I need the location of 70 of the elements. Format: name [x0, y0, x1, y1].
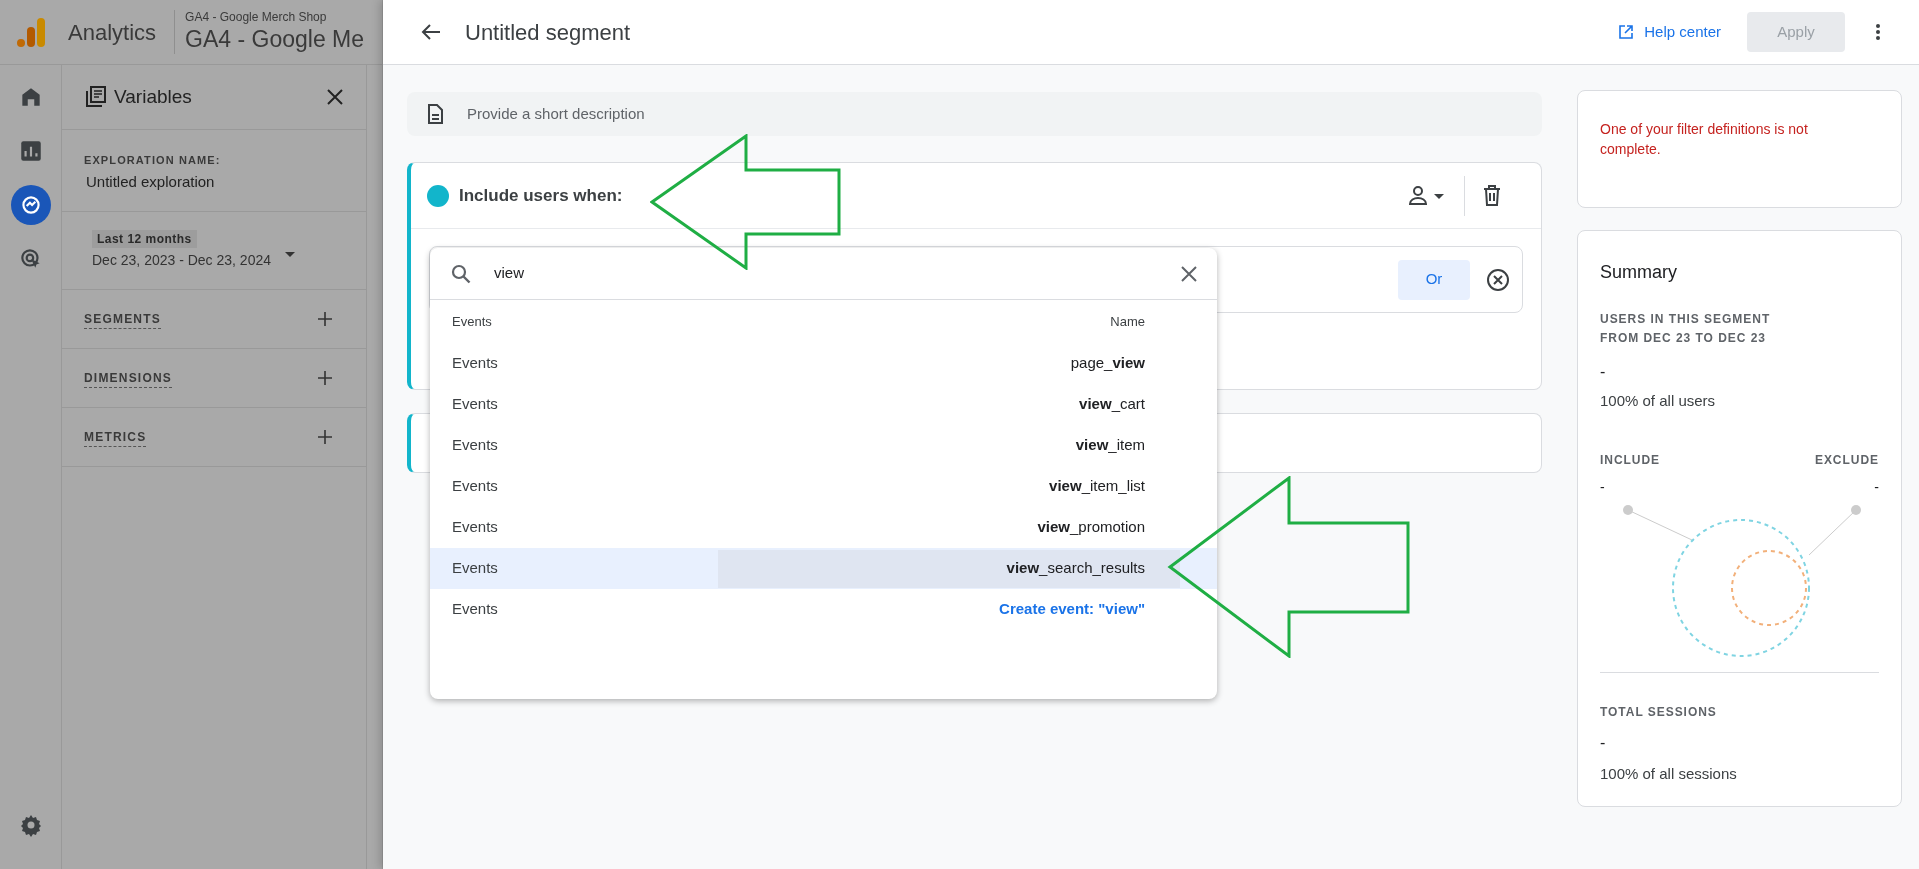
event-option[interactable]: Events Create event: "view" — [430, 589, 1217, 630]
event-name: view_promotion — [1037, 517, 1145, 538]
or-button[interactable]: Or — [1398, 259, 1470, 300]
account-name[interactable]: GA4 - Google Merch Shop — [185, 10, 364, 26]
search-field[interactable]: view — [494, 262, 1181, 285]
column-header: Events — [452, 312, 492, 331]
add-icon[interactable] — [316, 310, 334, 328]
event-category: Events — [451, 558, 499, 579]
document-icon — [427, 104, 443, 124]
exclude-value: - — [1874, 477, 1879, 497]
event-option[interactable]: Events view_cart — [430, 384, 1217, 425]
event-category: Events — [451, 353, 499, 374]
section-heading: SEGMENTS — [84, 309, 161, 329]
metric-label: FROM DEC 23 TO DEC 23 — [1600, 330, 1767, 347]
event-option[interactable]: Events view_search_results — [430, 548, 1217, 589]
close-icon[interactable] — [1181, 265, 1197, 282]
include-label: INCLUDE — [1600, 451, 1661, 469]
event-name: view_item_list — [1049, 476, 1145, 497]
create-event-option: Create event: "view" — [999, 598, 1145, 621]
remove-circle-icon[interactable] — [1486, 267, 1510, 292]
segment-title: Untitled segment — [465, 18, 631, 47]
section-heading: DIMENSIONS — [84, 368, 172, 388]
date-range[interactable]: Dec 23, 2023 - Dec 23, 2024 — [92, 250, 271, 271]
dropdown-caret-icon[interactable] — [285, 252, 295, 257]
event-option[interactable]: Events view_item — [430, 425, 1217, 466]
event-name: view_cart — [1079, 394, 1145, 415]
event-option[interactable]: Events page_view — [430, 343, 1217, 384]
section-heading: METRICS — [84, 427, 147, 447]
users-value: - — [1600, 362, 1607, 382]
event-name: view_search_results — [1006, 558, 1145, 579]
delete-icon[interactable] — [1483, 185, 1501, 206]
column-header: Name — [1110, 312, 1145, 331]
search-icon — [450, 262, 472, 285]
close-icon[interactable] — [326, 88, 344, 106]
event-category: Events — [451, 517, 499, 538]
product-name: Analytics — [68, 18, 157, 47]
metric-label: USERS IN THIS SEGMENT — [1600, 311, 1772, 328]
event-category: Events — [451, 394, 499, 415]
explore-icon[interactable] — [10, 185, 51, 225]
exclude-label: EXCLUDE — [1814, 451, 1879, 469]
summary-title: Summary — [1600, 261, 1678, 284]
help-center-link[interactable]: Help center — [1618, 20, 1721, 44]
description-field[interactable]: Provide a short description — [407, 92, 1542, 136]
group-label: Include users when: — [459, 184, 623, 207]
event-name: page_view — [1070, 353, 1145, 374]
include-value: - — [1600, 477, 1605, 497]
more-options-icon[interactable] — [1875, 23, 1881, 41]
date-preset-chip: Last 12 months — [92, 230, 197, 248]
add-icon[interactable] — [316, 428, 334, 446]
field-label: EXPLORATION NAME: — [84, 153, 222, 168]
external-link-icon — [1618, 24, 1635, 40]
event-category: Events — [451, 599, 499, 620]
event-name: view_item — [1075, 435, 1145, 456]
event-option[interactable]: Events view_promotion — [430, 507, 1217, 548]
placeholder-text: Provide a short description — [467, 103, 645, 124]
users-share: 100% of all users — [1600, 391, 1717, 411]
panel-title: Variables — [114, 84, 192, 109]
document-list-icon — [84, 85, 108, 109]
exploration-name[interactable]: Untitled exploration — [86, 170, 366, 193]
sessions-value: - — [1600, 732, 1607, 753]
event-option[interactable]: Events view_item_list — [430, 466, 1217, 507]
sessions-share: 100% of all sessions — [1600, 763, 1738, 784]
metric-label: TOTAL SESSIONS — [1600, 703, 1718, 721]
back-arrow-icon[interactable] — [421, 23, 441, 41]
person-dropdown-icon[interactable] — [1408, 184, 1446, 207]
add-icon[interactable] — [316, 369, 334, 387]
property-name[interactable]: GA4 - Google Me — [185, 25, 364, 54]
error-message: One of your filter definitions is not complete. — [1600, 120, 1809, 159]
event-category: Events — [451, 476, 499, 497]
event-category: Events — [451, 435, 499, 456]
